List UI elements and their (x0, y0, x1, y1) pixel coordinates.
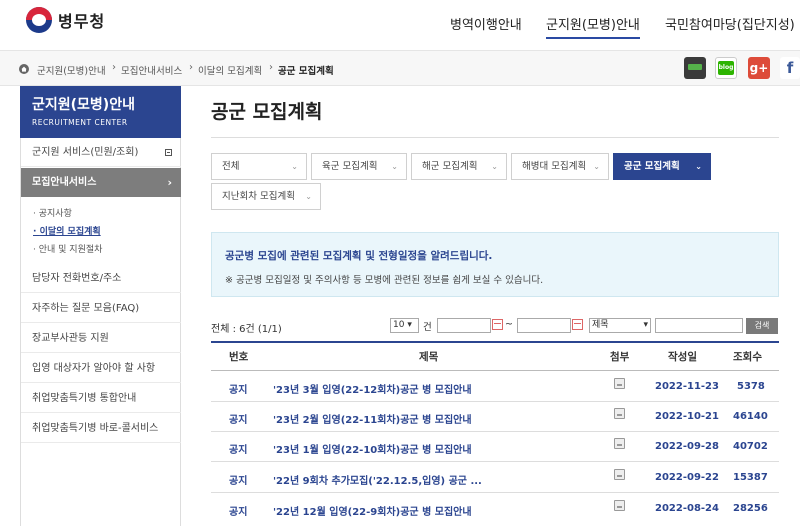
sidebar-item-enlistee-info[interactable]: 입영 대상자가 알아야 할 사항 (21, 354, 181, 383)
row-divider (211, 461, 779, 462)
breadcrumb-item[interactable]: 이달의 모집계획 (198, 63, 262, 77)
post-title-link[interactable]: '22년 12월 입영(22-9회차)공군 병 모집안내 (273, 503, 472, 518)
chevron-right-icon: › (167, 176, 172, 189)
col-header-attach: 첨부 (610, 351, 630, 363)
notice-detail: ※ 공군병 모집일정 및 주의사항 등 모병에 관련된 정보를 쉽게 보실 수 … (225, 275, 544, 286)
post-title-link[interactable]: '23년 2월 입영(22-11회차)공군 병 모집안내 (273, 411, 472, 426)
nav-military-service[interactable]: 병역이행안내 (450, 14, 522, 33)
sidebar-item-job-specialty[interactable]: 취업맞춤특기병 통합안내 (21, 384, 181, 413)
sidebar-item-civil-service[interactable]: 군지원 서비스(민원/조회) (21, 138, 181, 167)
end-date-input[interactable] (517, 318, 571, 333)
sidebar-sub-guide[interactable]: · 안내 및 지원절차 (33, 242, 102, 255)
nav-participation[interactable]: 국민참여마당(집단지성) (665, 14, 795, 33)
attachment-icon[interactable] (614, 500, 625, 511)
calendar-icon[interactable] (572, 319, 583, 330)
tab-army[interactable]: 육군 모집계획 ⌄ (311, 153, 407, 180)
breadcrumb-separator: › (269, 62, 273, 73)
tab-marine[interactable]: 해병대 모집계획 ⌄ (511, 153, 609, 180)
notice-headline: 공군병 모집에 관련된 모집계획 및 전형일정을 알려드립니다. (225, 250, 493, 262)
tab-all[interactable]: 전체 ⌄ (211, 153, 307, 180)
home-icon[interactable] (19, 64, 29, 74)
blog-share-icon[interactable]: blog (715, 57, 737, 79)
facebook-share-icon[interactable]: f (780, 57, 800, 79)
sidebar-item-faq[interactable]: 자주하는 질문 모음(FAQ) (21, 294, 181, 323)
chevron-down-icon: ⌄ (391, 162, 398, 171)
total-count: 전체 : 6건 (1/1) (211, 324, 282, 335)
page-size-select[interactable]: 10 ▾ (390, 318, 419, 333)
row-divider (211, 431, 779, 432)
sidebar: 군지원 서비스(민원/조회) 모집안내서비스 › · 공지사항 · 이달의 모집계… (20, 138, 181, 526)
notice-box: 공군병 모집에 관련된 모집계획 및 전형일정을 알려드립니다. ※ 공군병 모… (211, 232, 779, 297)
page-title: 공군 모집계획 (211, 101, 323, 123)
attachment-icon[interactable] (614, 408, 625, 419)
site-header: 병무청 병역이행안내 군지원(모병)안내 국민참여마당(집단지성) (0, 0, 800, 50)
col-header-date: 작성일 (668, 351, 697, 363)
print-icon[interactable] (684, 57, 706, 79)
collapse-icon (165, 149, 172, 156)
emblem-icon (26, 7, 52, 33)
col-header-no: 번호 (229, 351, 249, 363)
post-title-link[interactable]: '22년 9회차 추가모집('22.12.5,입영) 공군 ... (273, 472, 482, 487)
sidebar-sub-monthly-plan[interactable]: · 이달의 모집계획 (33, 224, 101, 237)
row-divider (211, 492, 779, 493)
post-title-link[interactable]: '23년 3월 입영(22-12회차)공군 병 모집안내 (273, 381, 472, 396)
sidebar-sub-notice[interactable]: · 공지사항 (33, 206, 72, 219)
page-size-unit: 건 (423, 322, 432, 333)
attachment-icon[interactable] (614, 378, 625, 389)
breadcrumb-item[interactable]: 모집안내서비스 (121, 63, 182, 77)
sidebar-title: 군지원(모병)안내 RECRUITMENT CENTER (20, 86, 181, 138)
post-title-link[interactable]: '23년 1월 입영(22-10회차)공군 병 모집안내 (273, 441, 472, 456)
sidebar-item-recruitment-service[interactable]: 모집안내서비스 › (21, 168, 181, 197)
col-header-title: 제목 (419, 351, 439, 363)
search-button[interactable]: 검색 (746, 318, 778, 334)
search-input[interactable] (655, 318, 743, 333)
chevron-down-icon: ⌄ (305, 192, 312, 201)
start-date-input[interactable] (437, 318, 491, 333)
site-logo[interactable]: 병무청 (26, 7, 105, 33)
breadcrumb-item[interactable]: 군지원(모병)안내 (37, 63, 106, 77)
divider (211, 137, 779, 138)
chevron-down-icon: ⌄ (593, 162, 600, 171)
tab-past[interactable]: 지난회차 모집계획 ⌄ (211, 183, 321, 210)
table-top-border (211, 341, 779, 343)
table-header-border (211, 370, 779, 371)
attachment-icon[interactable] (614, 438, 625, 449)
breadcrumb: 군지원(모병)안내 › 모집안내서비스 › 이달의 모집계획 › 공군 모집계획 (0, 50, 800, 86)
date-range-separator: ~ (505, 319, 513, 330)
breadcrumb-separator: › (189, 62, 193, 73)
chevron-down-icon: ⌄ (491, 162, 498, 171)
sidebar-item-callservice[interactable]: 취업맞춤특기병 바로-콜서비스 (21, 414, 181, 443)
search-field-select[interactable]: 제목 ▾ (589, 318, 651, 333)
tab-navy[interactable]: 해군 모집계획 ⌄ (411, 153, 507, 180)
breadcrumb-current: 공군 모집계획 (278, 66, 334, 77)
sidebar-item-officer[interactable]: 장교부사관등 지원 (21, 324, 181, 353)
breadcrumb-separator: › (112, 62, 116, 73)
tab-airforce[interactable]: 공군 모집계획 ⌄ (613, 153, 711, 180)
calendar-icon[interactable] (492, 319, 503, 330)
googleplus-share-icon[interactable]: g+ (748, 57, 770, 79)
col-header-views: 조회수 (733, 351, 762, 363)
chevron-down-icon: ⌄ (291, 162, 298, 171)
nav-recruitment[interactable]: 군지원(모병)안내 (546, 14, 640, 39)
row-divider (211, 401, 779, 402)
logo-text: 병무청 (58, 12, 106, 31)
sidebar-item-contacts[interactable]: 담당자 전화번호/주소 (21, 264, 181, 293)
attachment-icon[interactable] (614, 469, 625, 480)
chevron-down-icon: ⌄ (695, 162, 702, 171)
